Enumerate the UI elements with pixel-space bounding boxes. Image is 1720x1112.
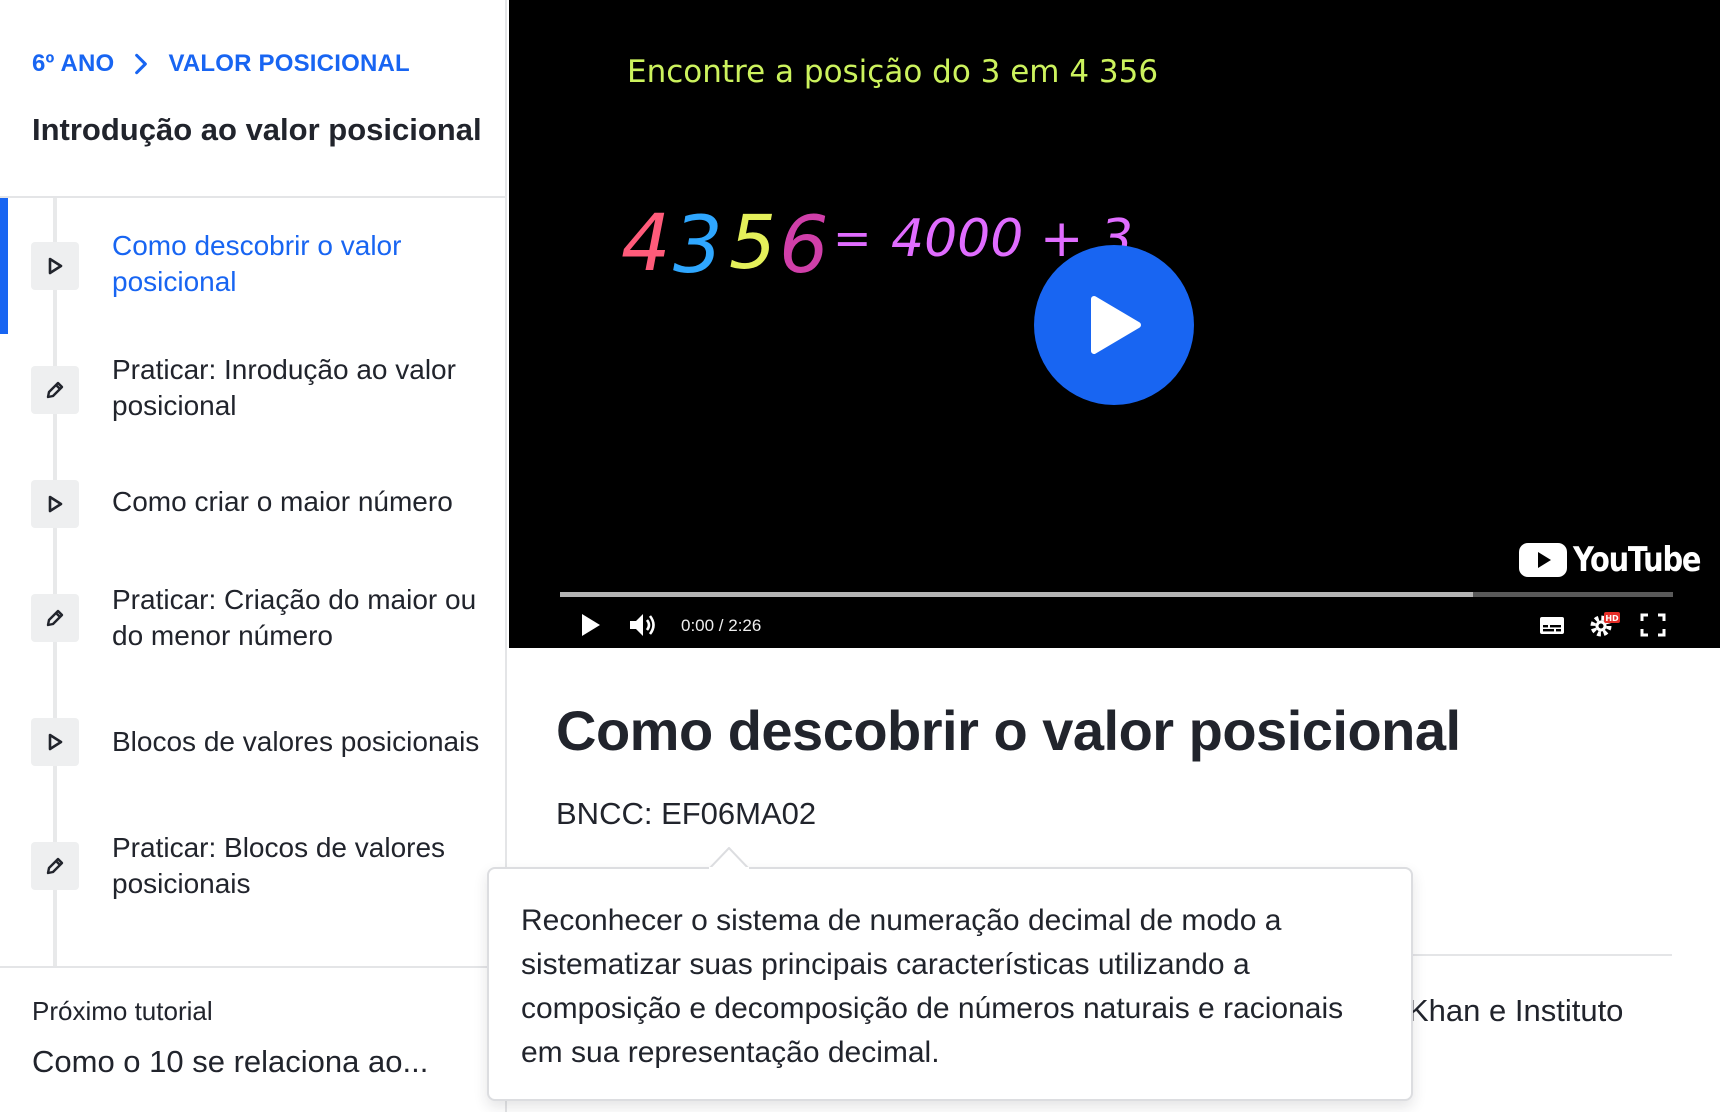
svg-text:=: =: [833, 211, 872, 265]
chevron-right-icon: [135, 53, 148, 75]
progress-loaded: [560, 592, 1473, 597]
unit-title: Introdução ao valor posicional: [32, 112, 482, 147]
youtube-wordmark: YouTube: [1573, 540, 1701, 580]
play-icon: [31, 480, 79, 528]
captions-button[interactable]: [1537, 610, 1567, 645]
video-controls: 0:00 / 2:26 HD: [509, 604, 1720, 648]
video-frame-headline: Encontre a posição do 3 em 4 356: [627, 54, 1159, 90]
progress-bar[interactable]: [560, 592, 1673, 597]
pencil-icon: [31, 594, 79, 642]
youtube-icon: [1519, 543, 1567, 577]
lesson-item-label: Blocos de valores posicionais: [112, 726, 480, 757]
lesson-item-label: Praticar: Inrodução ao valor posicional: [112, 354, 456, 421]
bncc-tooltip: Reconhecer o sistema de numeração decima…: [487, 847, 1413, 1101]
lesson-item-como-descobrir[interactable]: Como descobrir o valor posicional: [0, 198, 507, 322]
lesson-item-label: Como criar o maior número: [112, 486, 453, 517]
tooltip-arrow: [709, 847, 749, 869]
breadcrumb-grade-link[interactable]: 6º ANO: [32, 50, 114, 78]
video-player[interactable]: Encontre a posição do 3 em 4 356 4 3 5 6…: [509, 0, 1720, 648]
lesson-item-praticar-introducao[interactable]: Praticar: Inrodução ao valor posicional: [0, 322, 507, 446]
big-play-icon: [1091, 296, 1141, 354]
play-icon: [582, 614, 600, 636]
next-tutorial-caption: Próximo tutorial: [32, 996, 213, 1026]
time-display: 0:00 / 2:26: [681, 616, 762, 635]
sidebar: 6º ANO VALOR POSICIONAL Introdução ao va…: [0, 0, 507, 1112]
play-icon: [31, 242, 79, 290]
lesson-item-label: Como descobrir o valor posicional: [112, 230, 402, 297]
settings-button[interactable]: HD: [1587, 610, 1621, 645]
lesson-item-label: Praticar: Criação do maior ou do menor n…: [112, 584, 477, 651]
lesson-item-blocos[interactable]: Blocos de valores posicionais: [0, 694, 507, 818]
settings-icon: HD: [1590, 612, 1620, 637]
credit-text: Khan e Instituto: [1408, 993, 1624, 1028]
lesson-item-maior-numero[interactable]: Como criar o maior número: [0, 446, 507, 570]
youtube-logo[interactable]: YouTube: [1519, 540, 1720, 580]
fullscreen-icon: [1640, 613, 1666, 637]
captions-icon: [1540, 617, 1564, 634]
play-icon: [31, 718, 79, 766]
fullscreen-button[interactable]: [1639, 610, 1667, 645]
lesson-list: Como descobrir o valor posicional Pratic…: [0, 198, 507, 966]
tooltip-text: Reconhecer o sistema de numeração decima…: [521, 904, 1344, 1069]
lesson-item-label: Praticar: Blocos de valores posicionais: [112, 832, 446, 899]
volume-button[interactable]: [627, 610, 659, 645]
lesson-item-praticar-blocos[interactable]: Praticar: Blocos de valores posicionais: [0, 818, 507, 942]
breadcrumb: 6º ANO VALOR POSICIONAL: [32, 50, 410, 78]
svg-text:6: 6: [779, 201, 829, 291]
svg-text:3: 3: [673, 201, 723, 291]
pencil-icon: [31, 366, 79, 414]
pencil-icon: [31, 842, 79, 890]
big-play-button[interactable]: [1034, 245, 1194, 405]
next-tutorial-link[interactable]: Como o 10 se relaciona ao...: [32, 1044, 428, 1080]
breadcrumb-unit-link[interactable]: VALOR POSICIONAL: [168, 50, 409, 78]
play-button[interactable]: [579, 610, 603, 645]
lesson-item-praticar-criacao[interactable]: Praticar: Criação do maior ou do menor n…: [0, 570, 507, 694]
video-title: Como descobrir o valor posicional: [556, 699, 1461, 762]
divider: [1400, 954, 1672, 956]
divider: [0, 966, 507, 968]
svg-text:5: 5: [729, 200, 776, 286]
svg-text:HD: HD: [1605, 614, 1619, 623]
bncc-code[interactable]: BNCC: EF06MA02: [556, 796, 816, 832]
svg-text:4: 4: [621, 199, 671, 289]
volume-icon: [630, 614, 655, 636]
